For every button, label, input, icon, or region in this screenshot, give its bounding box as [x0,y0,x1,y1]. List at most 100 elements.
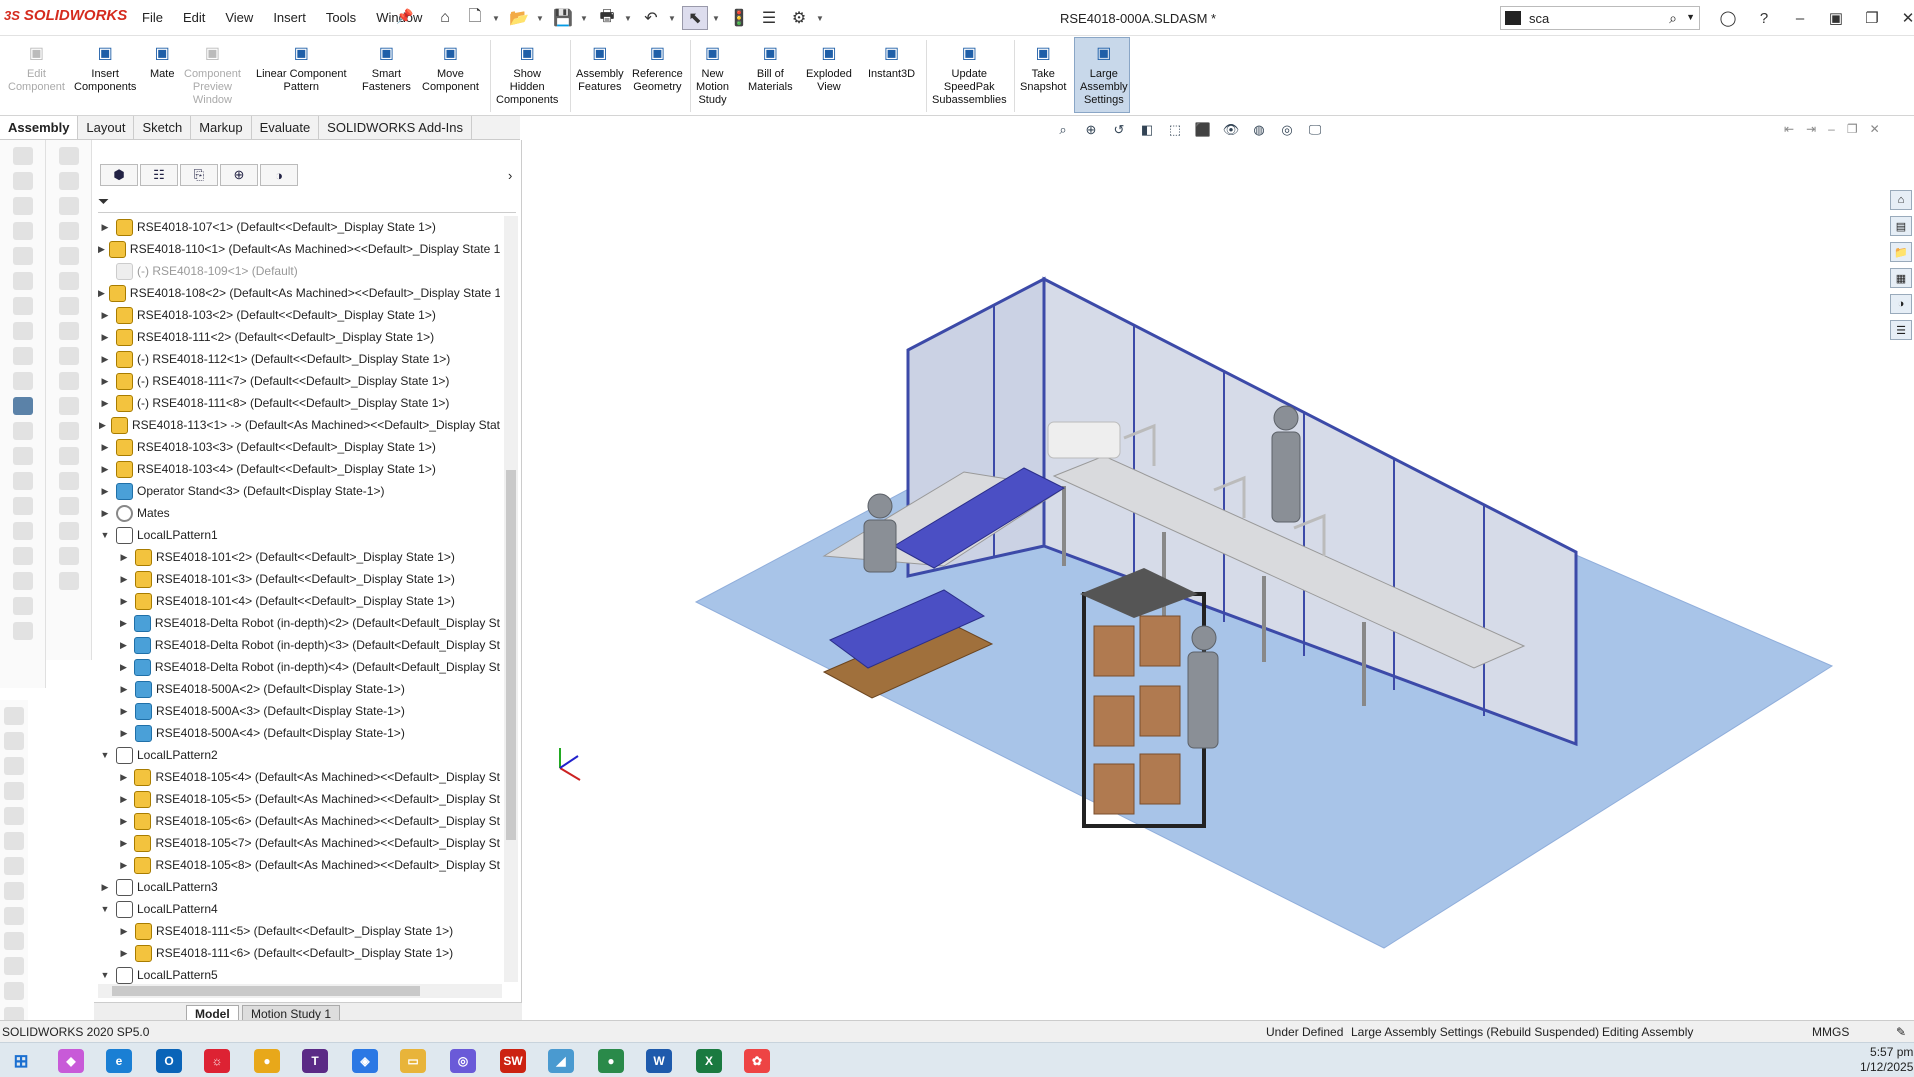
tree-item[interactable]: ▶ RSE4018-101<3> (Default<<Default>_Displ… [98,568,500,590]
file-properties-icon[interactable]: ☰ [756,6,782,30]
expand-arrow-icon[interactable]: ▶ [117,552,131,563]
tool-icon[interactable] [12,597,33,615]
exploded-view-button[interactable]: ▣ Exploded View [806,42,852,94]
expand-arrow-icon[interactable]: ▶ [98,288,105,299]
speedpak-button[interactable]: ▣ Update SpeedPak Subassemblies [932,42,1007,107]
smart-fasteners-button[interactable]: ▣ Smart Fasteners [362,42,411,94]
file-explorer-taskbar-icon[interactable]: ▭ [400,1049,426,1073]
tree-item[interactable]: ▶ RSE4018-101<4> (Default<<Default>_Displ… [98,590,500,612]
tool-icon[interactable] [12,447,33,465]
app-icon[interactable]: ◎ [450,1049,476,1073]
copilot-icon[interactable]: ◆ [58,1049,84,1073]
tool-icon[interactable] [4,957,24,975]
expand-arrow-icon[interactable]: ▶ [117,838,130,849]
home-icon[interactable]: ⌂ [432,6,458,30]
tree-scroll-thumb[interactable] [506,470,516,840]
tool-icon[interactable] [12,622,33,640]
cloud-app-icon[interactable]: ◈ [352,1049,378,1073]
tool-icon[interactable] [12,297,33,315]
tool-icon[interactable] [4,782,24,800]
tool-icon[interactable] [12,472,33,490]
tool-icon[interactable] [4,732,24,750]
collapse-arrow-icon[interactable]: ▼ [98,530,112,540]
expand-arrow-icon[interactable]: ▶ [98,420,107,431]
filter-icon[interactable]: ⏷ [98,193,516,213]
paint-icon[interactable]: ✿ [744,1049,770,1073]
edge-icon[interactable]: e [106,1049,132,1073]
configuration-tab-icon[interactable]: ⎘ [180,164,218,186]
tree-item[interactable]: ▶ RSE4018-500A<2> (Default<Display State-… [98,678,500,700]
expand-arrow-icon[interactable]: ▶ [117,618,130,629]
hide-show-icon[interactable]: 👁 [1220,120,1242,140]
tool-icon[interactable] [58,272,79,290]
tool-icon[interactable] [12,222,33,240]
expand-arrow-icon[interactable]: ▶ [117,860,130,871]
display-style-icon[interactable]: ⬛ [1192,120,1214,140]
tree-item[interactable]: ▶ RSE4018-103<4> (Default<<Default>_Displ… [98,458,500,480]
tab-markup[interactable]: Markup [191,116,252,139]
restore-icon[interactable]: ❐ [1858,6,1886,30]
tile-icon[interactable]: ▣ [1822,6,1850,30]
tree-item[interactable]: ▶ RSE4018-103<3> (Default<<Default>_Displ… [98,436,500,458]
menu-tools[interactable]: Tools [316,10,366,25]
tab-evaluate[interactable]: Evaluate [252,116,320,139]
expand-arrow-icon[interactable]: ▶ [98,376,112,387]
tree-item[interactable]: ▶ RSE4018-105<8> (Default<As Machined><<D… [98,854,500,876]
expand-arrow-icon[interactable]: ▶ [98,354,112,365]
expand-arrow-icon[interactable]: ▶ [98,486,112,497]
apply-scene-icon[interactable]: ◎ [1276,120,1298,140]
tree-item[interactable]: (-) RSE4018-109<1> (Default) [98,260,500,282]
select-icon[interactable]: ⬉ [682,6,708,30]
expand-arrow-icon[interactable]: ▶ [98,310,112,321]
tab-assembly[interactable]: Assembly [0,116,79,139]
tab-layout[interactable]: Layout [78,116,135,139]
tool-icon[interactable] [4,882,24,900]
tool-icon[interactable] [12,197,33,215]
expand-arrow-icon[interactable]: ▶ [98,882,112,893]
tab-addins[interactable]: SOLIDWORKS Add-Ins [319,116,472,139]
tool-icon[interactable] [12,397,33,415]
tool-icon[interactable] [4,907,24,925]
tool-icon[interactable] [58,347,79,365]
expand-arrow-icon[interactable]: ▶ [117,948,131,959]
chrome-icon[interactable]: ● [254,1049,280,1073]
tool-icon[interactable] [58,472,79,490]
options-dropdown-icon[interactable]: ▼ [816,6,826,30]
tree-item[interactable]: ▶ RSE4018-105<4> (Default<As Machined><<D… [98,766,500,788]
tool-icon[interactable] [58,297,79,315]
minimize-icon[interactable]: – [1786,6,1814,30]
resources-icon[interactable]: ⌂ [1890,190,1912,210]
menu-insert[interactable]: Insert [263,10,316,25]
zoom-area-icon[interactable]: ⊕ [1080,120,1102,140]
tab-sketch[interactable]: Sketch [134,116,192,139]
tree-item[interactable]: ▶ RSE4018-111<5> (Default<<Default>_Displ… [98,920,500,942]
tool-icon[interactable] [12,422,33,440]
new-dropdown-icon[interactable]: ▼ [492,6,502,30]
tool-icon[interactable] [4,982,24,1000]
solidworks-logo[interactable]: 3S SOLIDWORKS [4,7,127,24]
snapshot-button[interactable]: ▣ Take Snapshot [1020,42,1066,94]
open-file-icon[interactable]: 📂 [506,6,532,30]
tree-item[interactable]: ▶ RSE4018-500A<4> (Default<Display State-… [98,722,500,744]
expand-arrow-icon[interactable]: ▶ [117,816,130,827]
expand-arrow-icon[interactable]: ▶ [117,574,131,585]
large-assembly-button[interactable]: ▣ Large Assembly Settings [1080,42,1128,107]
tree-item[interactable]: ▶ RSE4018-105<7> (Default<As Machined><<D… [98,832,500,854]
panel-right-icon[interactable]: ⇥ [1806,122,1816,136]
appearances-icon[interactable]: ◑ [1890,294,1912,314]
tool-icon[interactable] [12,547,33,565]
tree-item[interactable]: ▶ LocalLPattern3 [98,876,500,898]
chrome-profile-icon[interactable]: ● [598,1049,624,1073]
collapse-arrow-icon[interactable]: ▼ [98,750,112,760]
excel-icon[interactable]: X [696,1049,722,1073]
tree-item[interactable]: ▶ RSE4018-Delta Robot (in-depth)<3> (Defa… [98,634,500,656]
tree-item[interactable]: ▼ LocalLPattern1 [98,524,500,546]
view-orientation-icon[interactable]: ⬚ [1164,120,1186,140]
tree-item[interactable]: ▶ (-) RSE4018-111<8> (Default<<Default>_D… [98,392,500,414]
viewport-close-icon[interactable]: ✕ [1870,122,1880,136]
component-preview-button[interactable]: ▣ Component Preview Window [184,42,241,107]
expand-arrow-icon[interactable]: ▶ [98,508,112,519]
tree-item[interactable]: ▼ LocalLPattern2 [98,744,500,766]
dimxpert-tab-icon[interactable]: ⊕ [220,164,258,186]
tool-icon[interactable] [58,497,79,515]
